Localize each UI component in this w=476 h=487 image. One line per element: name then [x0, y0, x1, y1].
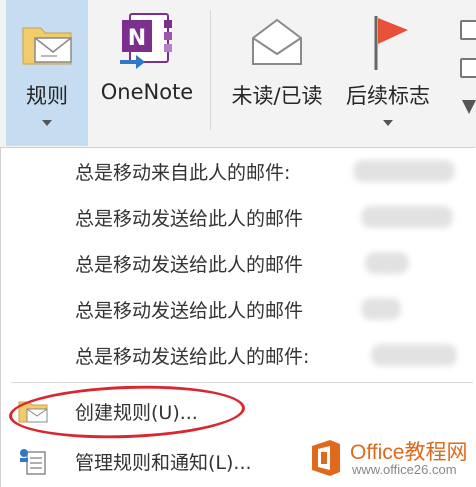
menu-item-label: 总是移动发送给此人的邮件 [75, 300, 304, 322]
redacted-address [353, 160, 455, 182]
redacted-address [365, 252, 409, 274]
ribbon-divider [210, 10, 211, 130]
menu-item-label: 总是移动发送给此人的邮件 [75, 254, 304, 276]
onenote-icon: N [120, 13, 172, 69]
menu-separator [11, 382, 473, 383]
open-envelope-icon [252, 18, 302, 65]
ribbon-right-group [450, 0, 476, 148]
follow-up-label: 后续标志 [346, 84, 430, 108]
manage-rules-label: 管理规则和通知(L)... [75, 452, 252, 474]
filter-icon[interactable] [462, 100, 476, 114]
watermark: Office教程网 www.office26.com [304, 432, 476, 486]
manage-rules-icon [20, 449, 46, 475]
menu-item-move-to-3[interactable]: 总是移动发送给此人的邮件 [1, 286, 475, 332]
onenote-button[interactable]: N OneNote [88, 0, 206, 146]
menu-item-move-to-4[interactable]: 总是移动发送给此人的邮件: [1, 332, 475, 378]
search-people-icon[interactable] [460, 20, 476, 40]
menu-item-label: 总是移动发送给此人的邮件: [75, 346, 310, 368]
redacted-address [371, 344, 457, 366]
ribbon: 规则 N OneNote 未读/已读 后续标志 [0, 0, 476, 148]
rules-button[interactable]: 规则 [6, 0, 88, 146]
onenote-label: OneNote [100, 80, 194, 104]
menu-item-move-to-2[interactable]: 总是移动发送给此人的邮件 [1, 240, 475, 286]
svg-text:N: N [128, 26, 146, 51]
menu-item-label: 总是移动发送给此人的邮件 [75, 208, 304, 230]
rules-label: 规则 [26, 84, 68, 108]
rules-icon [22, 27, 72, 65]
unread-read-button[interactable]: 未读/已读 [220, 0, 334, 146]
watermark-site: www.office26.com [352, 462, 457, 477]
flag-icon [374, 16, 408, 70]
menu-item-move-to-1[interactable]: 总是移动发送给此人的邮件 [1, 194, 475, 240]
chevron-down-icon [42, 120, 52, 126]
unread-read-label: 未读/已读 [231, 84, 323, 108]
menu-item-label: 总是移动来自此人的邮件: [75, 162, 291, 184]
address-book-icon[interactable] [460, 58, 476, 78]
redacted-address [361, 206, 453, 228]
office-logo-icon [312, 440, 340, 476]
follow-up-button[interactable]: 后续标志 [336, 0, 440, 146]
chevron-down-icon [383, 120, 393, 126]
menu-item-move-from[interactable]: 总是移动来自此人的邮件: [1, 148, 475, 194]
redacted-address [361, 298, 401, 320]
